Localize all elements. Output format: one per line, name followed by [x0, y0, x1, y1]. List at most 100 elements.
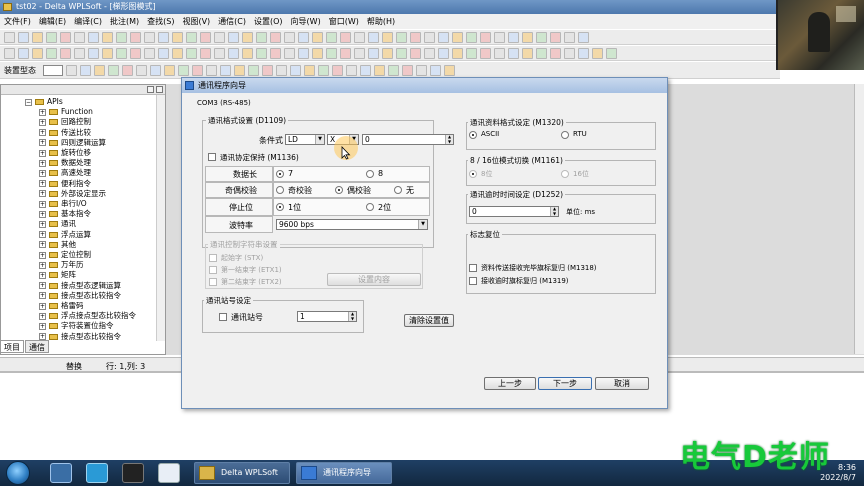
toolbar-button[interactable] [214, 47, 225, 59]
toolbar-button[interactable] [438, 31, 449, 43]
toolbar-button[interactable] [158, 47, 169, 59]
toolbar-button[interactable] [536, 31, 547, 43]
toolbar-button[interactable] [46, 31, 57, 43]
tree-item[interactable]: + 基本指令 [39, 209, 91, 219]
toolbar-button[interactable] [382, 47, 393, 59]
toolbar-button[interactable] [396, 31, 407, 43]
tree-item[interactable]: + 字符装置位指令 [39, 321, 114, 331]
taskbar-wplsoft[interactable]: Delta WPLSoft [194, 462, 290, 484]
toolbar-button[interactable] [130, 31, 141, 43]
toolbar-button[interactable] [284, 31, 295, 43]
expand-icon[interactable]: + [39, 169, 46, 177]
toolbar-button[interactable] [508, 47, 519, 59]
toolbar-button[interactable] [186, 31, 197, 43]
mail-taskbar-icon[interactable] [158, 463, 180, 483]
toolbar-button[interactable] [192, 64, 203, 76]
toolbar-button[interactable] [494, 31, 505, 43]
condition-value-input[interactable]: 0 ▲ ▼ [362, 134, 454, 145]
tree-item[interactable]: + 格雷码 [39, 301, 84, 311]
device-state-select[interactable] [43, 64, 63, 76]
toolbar-button[interactable] [550, 47, 561, 59]
set-content-button[interactable]: 设置内容 [327, 273, 421, 286]
toolbar-button[interactable] [66, 64, 77, 76]
mode-8-radio[interactable] [469, 170, 477, 178]
toolbar-button[interactable] [368, 31, 379, 43]
toolbar-button[interactable] [18, 31, 29, 43]
pane-close-icon[interactable] [156, 86, 163, 93]
tree-item[interactable]: + 串行I/O [39, 199, 87, 209]
toolbar-button[interactable] [164, 64, 175, 76]
expand-icon[interactable]: + [39, 139, 46, 147]
toolbar-button[interactable] [318, 64, 329, 76]
parity-even-radio[interactable] [335, 186, 343, 194]
toolbar-button[interactable] [88, 47, 99, 59]
tree-item[interactable]: − APIs [25, 97, 63, 107]
toolbar-button[interactable] [452, 31, 463, 43]
toolbar-button[interactable] [220, 64, 231, 76]
expand-icon[interactable]: + [39, 159, 46, 167]
tree-item[interactable]: + 数据处理 [39, 158, 91, 168]
toolbar-button[interactable] [480, 31, 491, 43]
expand-icon[interactable]: + [39, 118, 46, 126]
toolbar-button[interactable] [102, 31, 113, 43]
menu-item-7[interactable]: 设置(O) [254, 16, 283, 27]
toolbar-button[interactable] [262, 64, 273, 76]
toolbar-button[interactable] [234, 64, 245, 76]
expand-icon[interactable]: + [39, 251, 46, 259]
toolbar-button[interactable] [326, 31, 337, 43]
toolbar-button[interactable] [578, 31, 589, 43]
toolbar-button[interactable] [46, 47, 57, 59]
rtu-radio[interactable] [561, 131, 569, 139]
tab-communication[interactable]: 通信 [25, 340, 49, 353]
toolbar-button[interactable] [578, 47, 589, 59]
recorder-taskbar-icon[interactable] [122, 463, 144, 483]
toolbar-button[interactable] [354, 47, 365, 59]
toolbar-button[interactable] [172, 47, 183, 59]
toolbar-button[interactable] [410, 47, 421, 59]
toolbar-button[interactable] [326, 47, 337, 59]
tree-item[interactable]: + 传送比较 [39, 128, 91, 138]
toolbar-button[interactable] [178, 64, 189, 76]
toolbar-button[interactable] [144, 47, 155, 59]
toolbar-button[interactable] [536, 47, 547, 59]
ie-taskbar-icon[interactable] [50, 463, 72, 483]
pane-restore-icon[interactable] [147, 86, 154, 93]
expand-icon[interactable]: + [39, 282, 46, 290]
parity-none-radio[interactable] [394, 186, 402, 194]
tree-scrollbar[interactable] [156, 95, 165, 341]
toolbar-button[interactable] [430, 64, 441, 76]
end-char1-checkbox[interactable] [209, 266, 217, 274]
expand-icon[interactable]: + [39, 261, 46, 269]
expand-icon[interactable]: + [39, 129, 46, 137]
toolbar-button[interactable] [466, 31, 477, 43]
tree-item[interactable]: + 其他 [39, 240, 76, 250]
toolbar-button[interactable] [80, 64, 91, 76]
expand-icon[interactable]: + [39, 302, 46, 310]
toolbar-button[interactable] [312, 31, 323, 43]
toolbar-button[interactable] [270, 31, 281, 43]
toolbar-button[interactable] [332, 64, 343, 76]
toolbar-button[interactable] [564, 47, 575, 59]
tree-item[interactable]: + 接点型态比较指令 [39, 291, 121, 301]
ascii-radio[interactable] [469, 131, 477, 139]
timeout-input[interactable]: 0 ▲ ▼ [469, 206, 559, 217]
menu-item-9[interactable]: 窗口(W) [329, 16, 359, 27]
toolbar-button[interactable] [18, 47, 29, 59]
toolbar-button[interactable] [396, 47, 407, 59]
toolbar-button[interactable] [94, 64, 105, 76]
flag-timeout-checkbox[interactable] [469, 277, 477, 285]
menu-item-0[interactable]: 文件(F) [4, 16, 31, 27]
toolbar-button[interactable] [32, 31, 43, 43]
taskbar-wizard[interactable]: 通讯程序向导 [296, 462, 392, 484]
toolbar-button[interactable] [4, 31, 15, 43]
expand-icon[interactable]: + [39, 322, 46, 330]
toolbar-button[interactable] [276, 64, 287, 76]
end-char2-checkbox[interactable] [209, 278, 217, 286]
toolbar-button[interactable] [354, 31, 365, 43]
tree-item[interactable]: + 通讯 [39, 219, 76, 229]
expand-icon[interactable]: + [39, 271, 46, 279]
tree-item[interactable]: + 回路控制 [39, 117, 91, 127]
tab-project[interactable]: 项目 [0, 340, 24, 353]
expand-icon[interactable]: + [39, 149, 46, 157]
toolbar-button[interactable] [116, 31, 127, 43]
